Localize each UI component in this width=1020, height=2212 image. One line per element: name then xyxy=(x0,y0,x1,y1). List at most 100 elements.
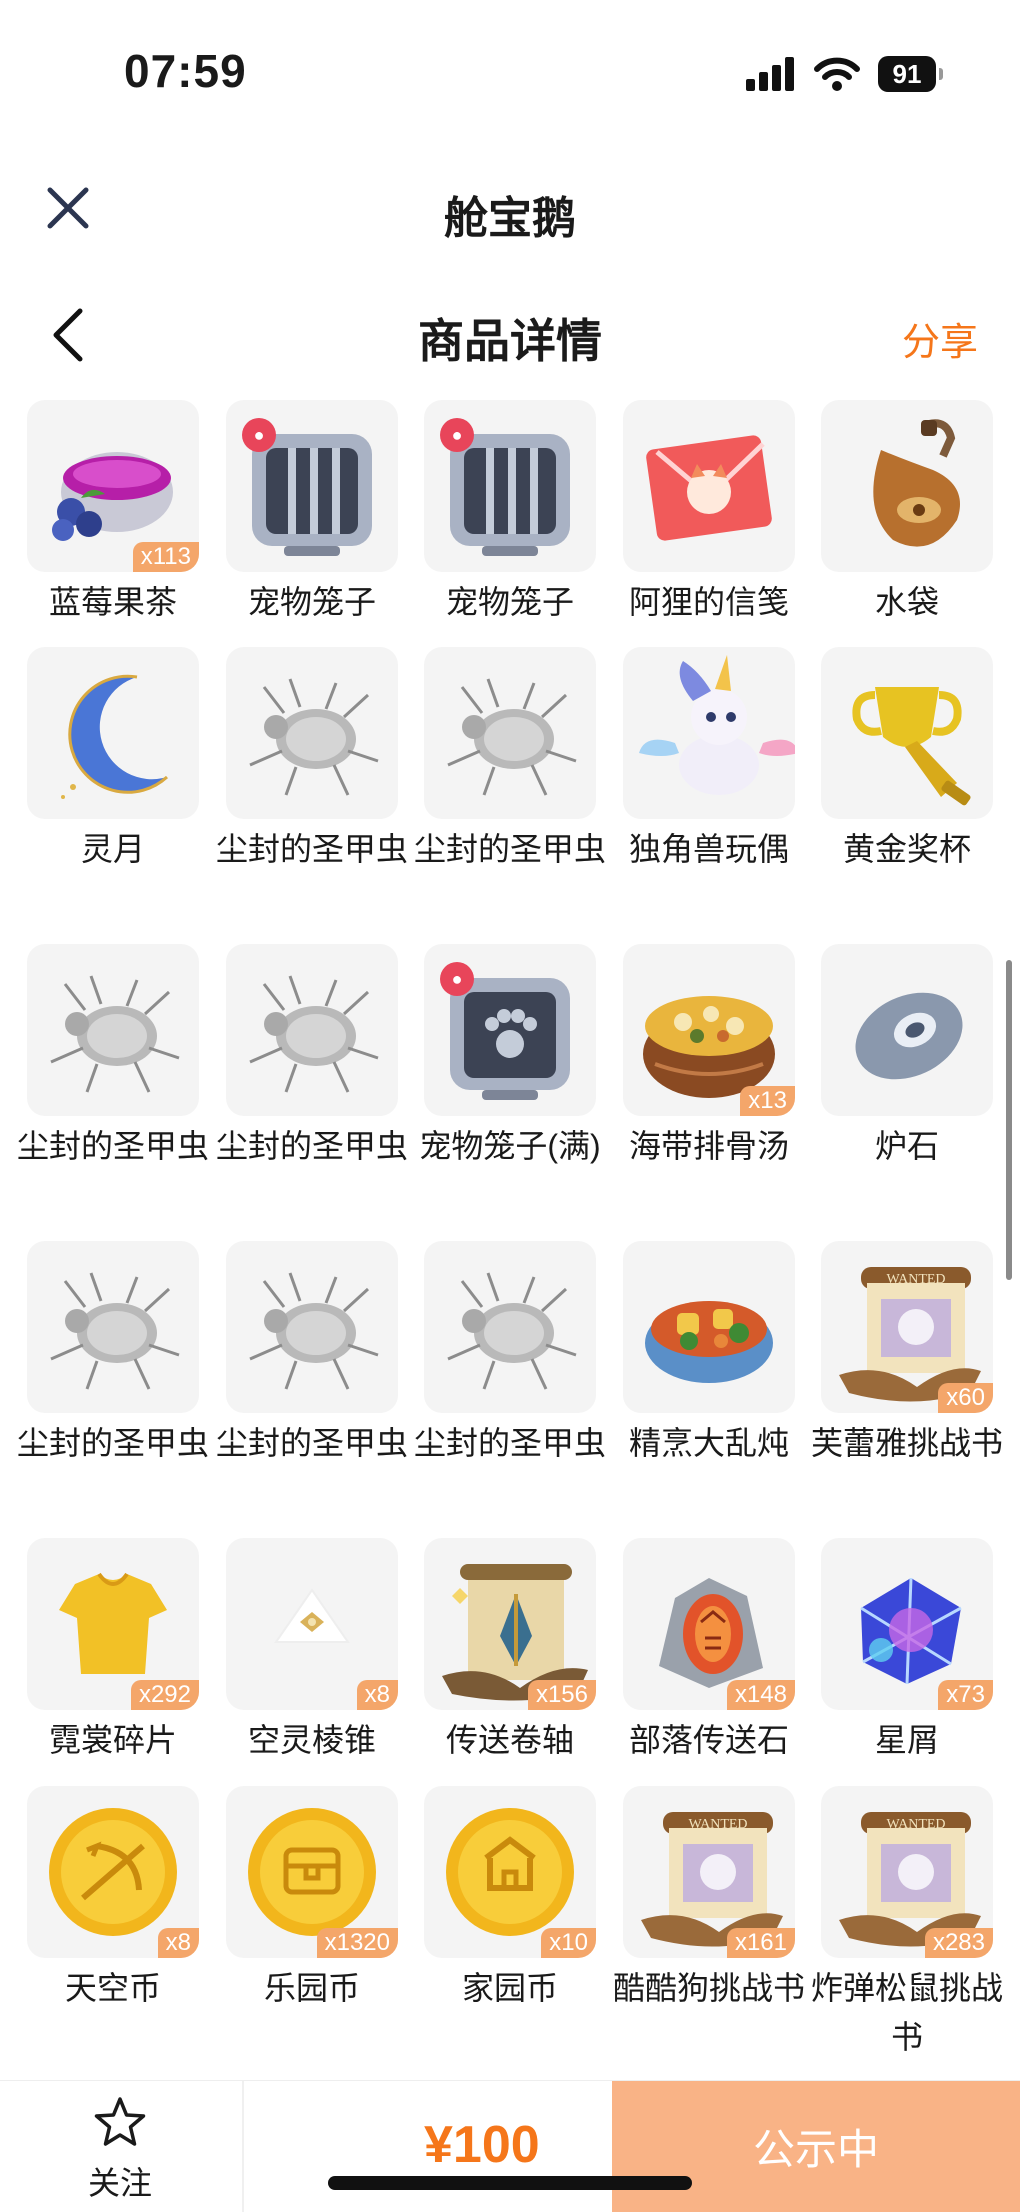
item-card[interactable]: 独角兽玩偶 xyxy=(623,647,795,874)
price: ¥100 xyxy=(424,2116,540,2174)
item-thumbnail xyxy=(226,1241,398,1413)
page-title: 商品详情 xyxy=(418,315,602,367)
scarab-icon xyxy=(249,975,379,1093)
item-thumbnail xyxy=(27,944,199,1116)
item-card[interactable]: ● 宠物笼子 xyxy=(424,400,596,627)
scarab-icon xyxy=(447,678,577,796)
item-card[interactable]: 尘封的圣甲虫 xyxy=(216,1241,408,1468)
item-card[interactable]: x156 传送卷轴 xyxy=(424,1538,596,1765)
item-name: 宠物笼子(满) xyxy=(419,1128,601,1164)
item-name: 传送卷轴 xyxy=(445,1722,574,1758)
item-card[interactable]: x148 部落传送石 xyxy=(623,1538,795,1765)
quantity-badge: x292 xyxy=(130,1680,199,1710)
item-card[interactable]: 精烹大乱炖 xyxy=(623,1241,795,1468)
quantity-badge: x283 xyxy=(924,1928,993,1958)
item-name: 水袋 xyxy=(874,584,939,620)
app-header: 舱宝鹅 xyxy=(0,160,1020,260)
item-thumbnail: x1320 xyxy=(226,1786,398,1958)
quantity-badge: x1320 xyxy=(316,1928,398,1958)
share-button[interactable]: 分享 xyxy=(902,311,978,366)
item-name: 灵月 xyxy=(80,831,145,867)
item-name: 炸弹松鼠挑战书 xyxy=(810,1970,1003,2055)
item-thumbnail: x8 xyxy=(27,1786,199,1958)
item-name: 天空币 xyxy=(64,1970,161,2006)
item-name: 宠物笼子 xyxy=(445,584,574,620)
item-card[interactable]: 尘封的圣甲虫 xyxy=(216,647,408,874)
item-name: 独角兽玩偶 xyxy=(628,831,789,867)
item-card[interactable]: ● 宠物笼子(满) xyxy=(419,944,601,1171)
item-card[interactable]: ● 宠物笼子 xyxy=(226,400,398,627)
item-thumbnail: WANTED x161 xyxy=(623,1786,795,1958)
item-name: 精烹大乱炖 xyxy=(628,1425,789,1461)
trophy-icon xyxy=(852,687,971,806)
item-thumbnail xyxy=(623,647,795,819)
item-thumbnail xyxy=(226,647,398,819)
quantity-badge: x156 xyxy=(527,1680,596,1710)
scrollbar[interactable] xyxy=(1006,960,1012,1280)
quantity-badge: x113 xyxy=(132,542,199,572)
page-nav: 商品详情 分享 xyxy=(0,285,1020,385)
item-card[interactable]: 灵月 xyxy=(27,647,199,874)
bottom-bar: 关注 ¥100 公示中 xyxy=(0,2080,1020,2212)
item-thumbnail: ● xyxy=(424,944,596,1116)
item-thumbnail: x113 xyxy=(27,400,199,572)
item-thumbnail: x292 xyxy=(27,1538,199,1710)
divider xyxy=(242,2081,244,2212)
item-thumbnail xyxy=(623,400,795,572)
item-thumbnail: x156 xyxy=(424,1538,596,1710)
item-card[interactable]: x13 海带排骨汤 xyxy=(623,944,795,1171)
item-name: 炉石 xyxy=(874,1128,939,1164)
item-thumbnail: ● xyxy=(226,400,398,572)
item-card[interactable]: x1320 乐园币 xyxy=(226,1786,398,2013)
item-card[interactable]: 尘封的圣甲虫 xyxy=(17,944,209,1171)
quantity-badge: x13 xyxy=(740,1086,795,1116)
items-grid: x113 蓝莓果茶 ● 宠物笼子 ● 宠物笼子 阿狸的信笺 水袋 灵月 尘封的圣甲虫 尘封的圣甲虫独… xyxy=(0,400,1020,2060)
letter-icon xyxy=(646,435,772,541)
item-name: 芙蕾雅挑战书 xyxy=(810,1425,1003,1461)
item-name: 蓝莓果茶 xyxy=(48,584,177,620)
item-name: 部落传送石 xyxy=(628,1722,789,1758)
status-icons: 91 xyxy=(746,56,943,92)
pet-paw-icon: ● xyxy=(440,418,474,452)
item-card[interactable]: 炉石 xyxy=(821,944,993,1171)
item-card[interactable]: 尘封的圣甲虫 xyxy=(17,1241,209,1468)
pet-paw-icon: ● xyxy=(440,962,474,996)
item-card[interactable]: 尘封的圣甲虫 xyxy=(414,1241,606,1468)
item-card[interactable]: x292 霓裳碎片 xyxy=(27,1538,199,1765)
item-card[interactable]: 阿狸的信笺 xyxy=(623,400,795,627)
item-name: 尘封的圣甲虫 xyxy=(16,1425,209,1461)
item-thumbnail: WANTED x60 xyxy=(821,1241,993,1413)
status-time: 07:59 xyxy=(124,45,247,97)
item-card[interactable]: WANTED x161 酷酷狗挑战书 xyxy=(613,1786,805,2013)
item-card[interactable]: x73 星屑 xyxy=(821,1538,993,1765)
item-thumbnail xyxy=(623,1241,795,1413)
item-card[interactable]: x113 蓝莓果茶 xyxy=(27,400,199,627)
pet-paw-icon: ● xyxy=(242,418,276,452)
item-thumbnail xyxy=(27,1241,199,1413)
item-card[interactable]: 黄金奖杯 xyxy=(821,647,993,874)
unicorn-toy-icon xyxy=(639,655,795,795)
quantity-badge: x161 xyxy=(726,1928,795,1958)
status-bar: 07:59 91 xyxy=(0,0,1020,140)
item-name: 海带排骨汤 xyxy=(628,1128,789,1164)
moon-icon xyxy=(61,674,169,799)
follow-button[interactable]: 关注 xyxy=(60,2095,180,2205)
item-card[interactable]: x10 家园币 xyxy=(424,1786,596,2013)
stew-icon xyxy=(645,1301,773,1383)
item-card[interactable]: x8 空灵棱锥 xyxy=(226,1538,398,1765)
item-name: 家园币 xyxy=(461,1970,558,2006)
item-thumbnail xyxy=(226,944,398,1116)
item-name: 酷酷狗挑战书 xyxy=(612,1970,805,2006)
item-card[interactable]: 尘封的圣甲虫 xyxy=(216,944,408,1171)
item-card[interactable]: WANTED x283 炸弹松鼠挑战书 xyxy=(811,1786,1003,2060)
status-button[interactable]: 公示中 xyxy=(612,2081,1020,2212)
svg-text:WANTED: WANTED xyxy=(886,1272,945,1287)
item-name: 尘封的圣甲虫 xyxy=(413,1425,606,1461)
item-name: 尘封的圣甲虫 xyxy=(215,831,408,867)
item-thumbnail: x13 xyxy=(623,944,795,1116)
item-card[interactable]: 尘封的圣甲虫 xyxy=(414,647,606,874)
quantity-badge: x60 xyxy=(938,1383,993,1413)
item-card[interactable]: 水袋 xyxy=(821,400,993,627)
item-card[interactable]: x8 天空币 xyxy=(27,1786,199,2013)
item-card[interactable]: WANTED x60 芙蕾雅挑战书 xyxy=(811,1241,1003,1468)
